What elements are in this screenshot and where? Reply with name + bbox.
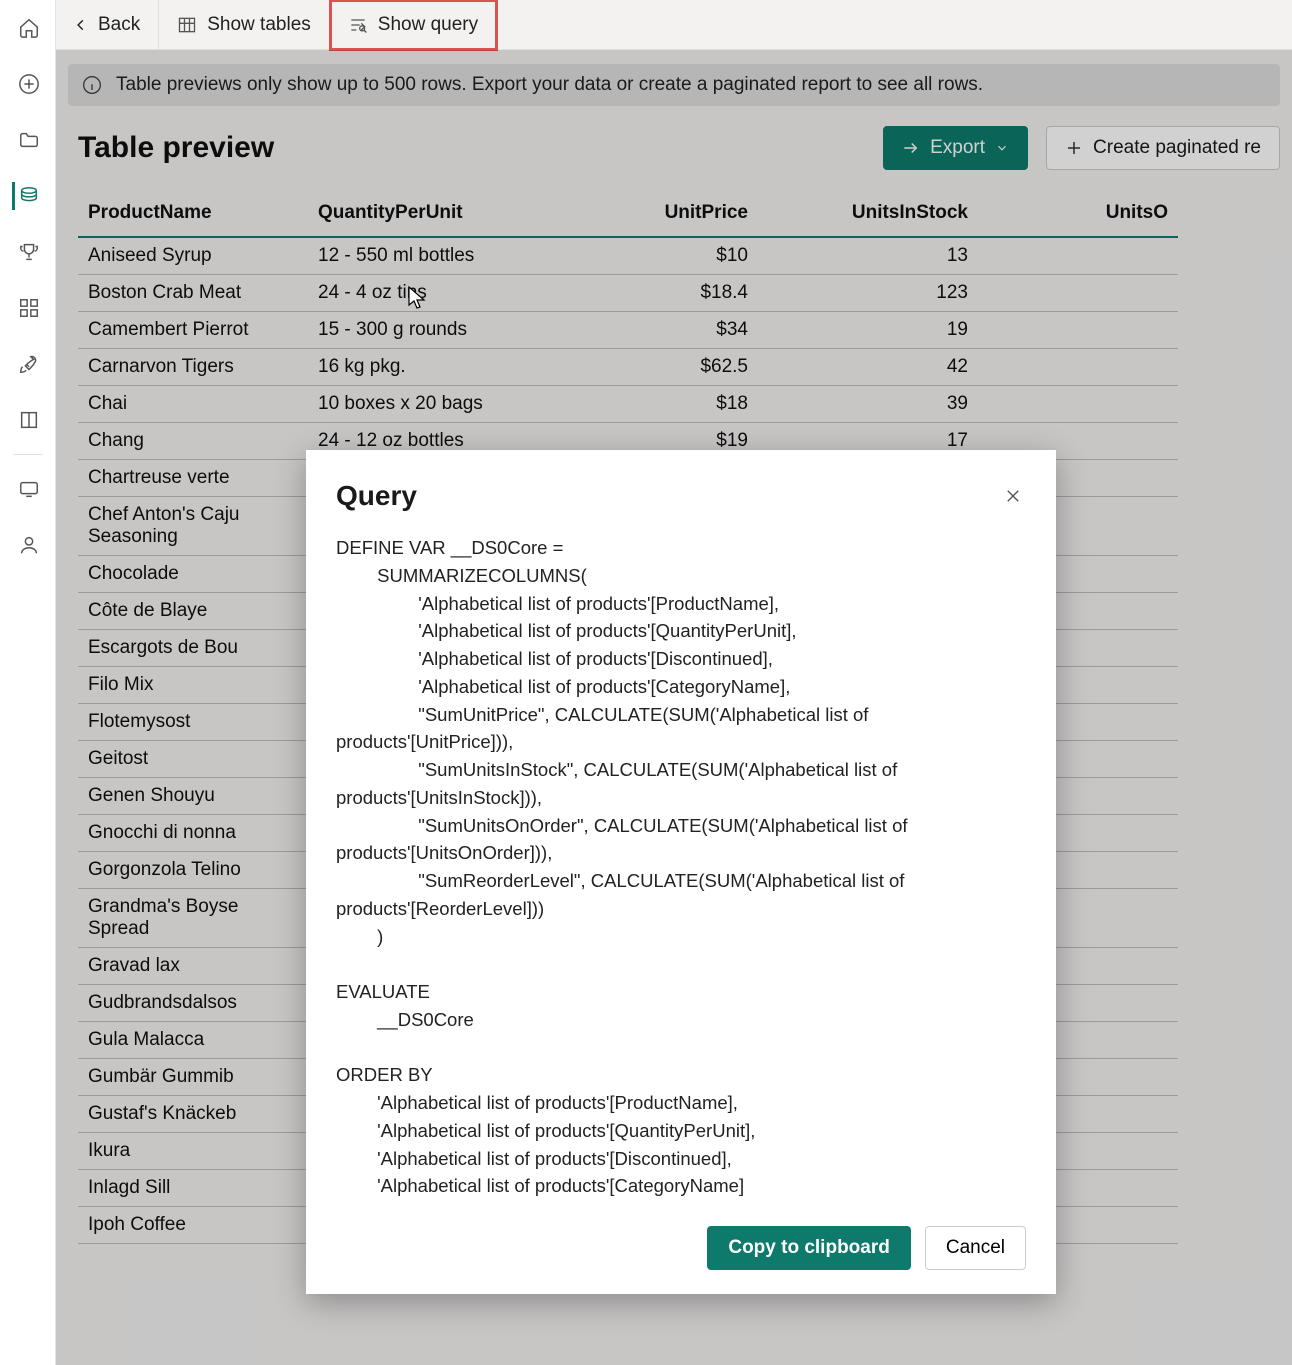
table-cell: $18 [538,386,758,423]
table-cell: Gravad lax [78,948,308,985]
table-cell: 10 boxes x 20 bags [308,386,538,423]
book-icon[interactable] [12,406,40,434]
info-icon [82,75,102,95]
table-cell: Gumbär Gummib [78,1059,308,1096]
table-cell: Gnocchi di nonna [78,815,308,852]
left-sidebar [0,0,56,1365]
dialog-title: Query [336,480,417,512]
table-cell: 39 [758,386,978,423]
table-cell: $18.4 [538,275,758,312]
table-cell: Grandma's Boyse Spread [78,889,308,948]
folder-icon[interactable] [12,126,40,154]
sidebar-divider [14,454,42,455]
table-row[interactable]: Carnarvon Tigers16 kg pkg.$62.542 [78,349,1178,386]
table-cell: Boston Crab Meat [78,275,308,312]
show-query-button[interactable]: Show query [330,0,497,50]
table-cell: Gustaf's Knäckeb [78,1096,308,1133]
table-cell: 19 [758,312,978,349]
table-cell: 123 [758,275,978,312]
table-cell: Chocolade [78,556,308,593]
table-cell: Gula Malacca [78,1022,308,1059]
back-label: Back [98,14,140,36]
col-productname[interactable]: ProductName [78,190,308,237]
table-cell: $62.5 [538,349,758,386]
table-cell [978,312,1178,349]
apps-icon[interactable] [12,294,40,322]
show-query-label: Show query [378,14,478,36]
table-cell: Genen Shouyu [78,778,308,815]
table-cell: Gudbrandsdalsos [78,985,308,1022]
monitor-icon[interactable] [12,475,40,503]
table-cell: Gorgonzola Telino [78,852,308,889]
page-title: Table preview [78,131,274,165]
person-icon[interactable] [12,531,40,559]
table-cell [978,349,1178,386]
header-row: Table preview Export Create paginated re [56,106,1292,180]
show-tables-button[interactable]: Show tables [159,0,330,50]
col-quantityperunit[interactable]: QuantityPerUnit [308,190,538,237]
table-cell: 12 - 550 ml bottles [308,237,538,275]
info-message: Table previews only show up to 500 rows.… [116,74,983,96]
rocket-icon[interactable] [12,350,40,378]
query-dialog: Query DEFINE VAR __DS0Core = SUMMARIZECO… [306,450,1056,1294]
table-cell: Filo Mix [78,667,308,704]
table-row[interactable]: Aniseed Syrup12 - 550 ml bottles$1013 [78,237,1178,275]
table-cell: Carnarvon Tigers [78,349,308,386]
table-cell: Aniseed Syrup [78,237,308,275]
table-cell: Escargots de Bou [78,630,308,667]
table-cell: Flotemysost [78,704,308,741]
table-row[interactable]: Chai10 boxes x 20 bags$1839 [78,386,1178,423]
info-bar: Table previews only show up to 500 rows.… [68,64,1280,106]
create-report-label: Create paginated re [1093,137,1261,159]
trophy-icon[interactable] [12,238,40,266]
table-cell: 16 kg pkg. [308,349,538,386]
create-paginated-report-button[interactable]: Create paginated re [1046,126,1280,170]
table-row[interactable]: Camembert Pierrot15 - 300 g rounds$3419 [78,312,1178,349]
back-button[interactable]: Back [56,0,159,50]
table-cell: $10 [538,237,758,275]
table-cell: Geitost [78,741,308,778]
table-cell: Chai [78,386,308,423]
data-hub-icon[interactable] [12,182,40,210]
table-cell: Ikura [78,1133,308,1170]
table-cell: Camembert Pierrot [78,312,308,349]
export-button[interactable]: Export [883,126,1028,170]
table-cell: Ipoh Coffee [78,1207,308,1244]
table-cell: $34 [538,312,758,349]
table-cell: 42 [758,349,978,386]
table-cell [978,386,1178,423]
table-cell: Inlagd Sill [78,1170,308,1207]
close-icon[interactable] [1000,483,1026,509]
table-row[interactable]: Boston Crab Meat24 - 4 oz tins$18.4123 [78,275,1178,312]
table-cell: 13 [758,237,978,275]
col-unitsinstock[interactable]: UnitsInStock [758,190,978,237]
table-cell: Chef Anton's Caju Seasoning [78,497,308,556]
table-cell: Côte de Blaye [78,593,308,630]
table-cell [978,237,1178,275]
table-cell: Chartreuse verte [78,460,308,497]
cancel-button[interactable]: Cancel [925,1226,1026,1270]
col-unitsonorder[interactable]: UnitsO [978,190,1178,237]
table-header-row: ProductName QuantityPerUnit UnitPrice Un… [78,190,1178,237]
copy-to-clipboard-button[interactable]: Copy to clipboard [707,1226,911,1270]
plus-circle-icon[interactable] [12,70,40,98]
home-icon[interactable] [12,14,40,42]
page-toolbar: Back Show tables Show query [56,0,1292,50]
table-cell: 15 - 300 g rounds [308,312,538,349]
table-cell: Chang [78,423,308,460]
export-label: Export [930,137,985,159]
query-text[interactable]: DEFINE VAR __DS0Core = SUMMARIZECOLUMNS(… [336,534,1026,1200]
table-cell [978,275,1178,312]
chevron-down-icon [995,141,1009,155]
table-cell: 24 - 4 oz tins [308,275,538,312]
col-unitprice[interactable]: UnitPrice [538,190,758,237]
show-tables-label: Show tables [207,14,311,36]
